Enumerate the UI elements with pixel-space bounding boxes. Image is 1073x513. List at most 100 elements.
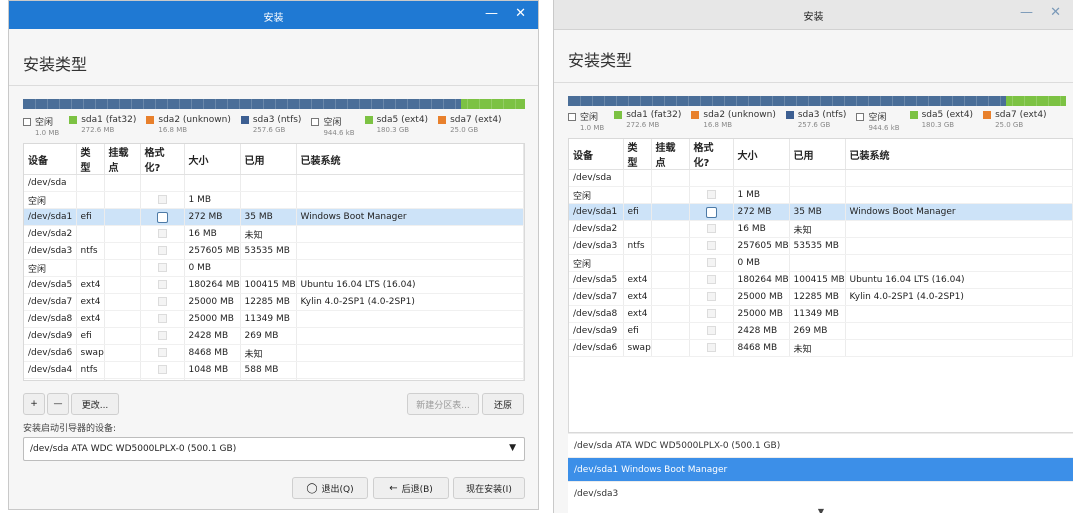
format-checkbox[interactable] (157, 365, 167, 374)
format-checkbox[interactable] (706, 326, 716, 335)
table-row[interactable]: 空闲 1 MB (569, 186, 1073, 204)
table-row[interactable]: 空闲 0 MB (569, 254, 1073, 272)
format-checkbox[interactable] (705, 206, 717, 218)
legend-item-header: sda7 (ext4) (438, 115, 502, 125)
table-cell-system (845, 220, 1073, 238)
table-row[interactable]: /dev/sda1 efi 272 MB 35 MB Windows Boot Mana… (569, 203, 1073, 221)
disk-bar-tick (736, 96, 737, 106)
table-row[interactable]: /dev/sda2 16 MB 未知 (24, 225, 524, 243)
table-row[interactable]: /dev/sda1 efi 272 MB 35 MB Windows Boot Mana… (24, 208, 524, 226)
format-checkbox[interactable] (157, 348, 167, 357)
format-checkbox[interactable] (706, 275, 716, 284)
table-row[interactable]: /dev/sda9 efi 2428 MB 269 MB (569, 322, 1073, 340)
table-row[interactable]: /dev/sda5 ext4 180264 MB 100415 MB Ubuntu 16… (24, 276, 524, 294)
legend-swatch (240, 116, 249, 124)
table-cell-type: efi (76, 208, 105, 226)
table-row[interactable]: /dev/sda3 ntfs 257605 MB 53535 MB (569, 237, 1073, 255)
bootloader-device-select[interactable]: /dev/sda ATA WDC WD5000LPLX-0 (500.1 GB)… (23, 437, 525, 461)
format-checkbox[interactable] (706, 190, 716, 199)
table-cell-system (296, 327, 524, 345)
format-checkbox[interactable] (706, 224, 716, 233)
table-row[interactable]: /dev/sda8 ext4 25000 MB 11349 MB (569, 305, 1073, 323)
quit-button-label: 退出(Q) (321, 484, 354, 495)
dropdown-option[interactable]: /dev/sda3 (568, 481, 1073, 505)
format-checkbox[interactable] (157, 331, 167, 340)
format-checkbox[interactable] (706, 292, 716, 301)
format-checkbox[interactable] (706, 258, 716, 267)
table-cell-device: /dev/sda4 (24, 361, 77, 379)
close-icon[interactable]: ✕ (1050, 6, 1061, 20)
table-cell-format (140, 327, 185, 345)
table-cell-format (140, 208, 185, 226)
table-row[interactable]: /dev/sda4 ntfs 1048 MB 588 MB (24, 361, 524, 379)
table-cell-used: 未知 (789, 220, 846, 238)
table-row[interactable]: /dev/sda7 ext4 25000 MB 12285 MB Kylin 4.0-2… (24, 293, 524, 311)
legend-item-header: sda2 (unknown) (691, 110, 776, 120)
close-icon[interactable]: ✕ (515, 7, 526, 21)
legend-swatch (856, 112, 865, 121)
format-checkbox[interactable] (706, 309, 716, 318)
format-checkbox[interactable] (706, 241, 716, 250)
legend-item: 空闲 944.6 kB (856, 110, 900, 132)
table-cell-mount (651, 254, 690, 272)
format-checkbox[interactable] (157, 297, 167, 306)
quit-button[interactable]: ◯ 退出(Q) (292, 477, 368, 499)
table-cell-device: /dev/sda1 (569, 203, 624, 221)
installer-window-right: 安装 — ✕ 安装类型 空闲 1.0 MB sda1 (fat32) 272.6 MB… (553, 0, 1073, 513)
table-cell-size: 8468 MB (733, 339, 790, 357)
format-checkbox[interactable] (157, 229, 167, 238)
table-cell-mount (104, 344, 141, 362)
disk-bar-tick (263, 99, 264, 109)
format-checkbox[interactable] (157, 246, 167, 255)
back-button-label: 后退(B) (401, 484, 433, 495)
bootloader-label: 安装启动引导器的设备: (23, 424, 117, 434)
format-checkbox[interactable] (157, 195, 167, 204)
add-partition-button[interactable]: + (23, 393, 45, 415)
table-cell-system (296, 310, 524, 328)
format-checkbox[interactable] (157, 263, 167, 272)
remove-partition-button[interactable]: — (47, 393, 69, 415)
dropdown-option[interactable]: /dev/sda ATA WDC WD5000LPLX-0 (500.1 GB) (568, 433, 1073, 457)
format-checkbox[interactable] (157, 280, 167, 289)
format-checkbox[interactable] (706, 343, 716, 352)
legend-item-size: 272.6 MB (626, 121, 660, 129)
disk-bar-tick (131, 99, 132, 109)
table-row[interactable]: /dev/sda9 efi 2428 MB 269 MB (24, 327, 524, 345)
back-button[interactable]: ← 后退(B) (373, 477, 449, 499)
table-row[interactable]: /dev/sda6 swap 8468 MB 未知 (569, 339, 1073, 357)
table-cell-mount (104, 191, 141, 209)
install-now-button[interactable]: 现在安装(I) (453, 477, 525, 499)
legend-item-name: sda5 (ext4) (376, 115, 429, 125)
dropdown-option[interactable]: /dev/sda1 Windows Boot Manager (568, 457, 1073, 481)
format-checkbox[interactable] (156, 211, 168, 223)
table-cell-format (689, 203, 734, 221)
minimize-icon[interactable]: — (485, 7, 498, 21)
disk-bar-tick (616, 96, 617, 106)
change-partition-button[interactable]: 更改... (71, 393, 119, 415)
table-cell-device: /dev/sda2 (24, 225, 77, 243)
table-cell-used: 100415 MB (240, 276, 297, 294)
table-row[interactable]: /dev/sda5 ext4 180264 MB 100415 MB Ubuntu 16… (569, 271, 1073, 289)
legend-item: sda7 (ext4) 25.0 GB (438, 115, 502, 134)
table-row[interactable]: /dev/sda (24, 174, 524, 192)
revert-button[interactable]: 还原 (482, 393, 524, 415)
new-partition-table-button[interactable]: 新建分区表... (407, 393, 479, 415)
table-row[interactable]: 空闲 0 MB (24, 259, 524, 277)
table-row[interactable]: 空闲 0 MB (24, 378, 524, 380)
table-row[interactable]: /dev/sda6 swap 8468 MB 未知 (24, 344, 524, 362)
table-row[interactable]: /dev/sda2 16 MB 未知 (569, 220, 1073, 238)
disk-bar-tick (868, 96, 869, 106)
table-row[interactable]: /dev/sda7 ext4 25000 MB 12285 MB Kylin 4.0-2… (569, 288, 1073, 306)
disk-bar-tick (580, 96, 581, 106)
minimize-icon[interactable]: — (1020, 6, 1033, 20)
format-checkbox[interactable] (157, 314, 167, 323)
scroll-down-icon[interactable]: ▼ (568, 505, 1073, 513)
table-cell-size: 25000 MB (733, 288, 790, 306)
disk-bar-tick (664, 96, 665, 106)
column-header: 类型 (623, 139, 652, 170)
table-row[interactable]: /dev/sda8 ext4 25000 MB 11349 MB (24, 310, 524, 328)
table-cell-used: 12285 MB (240, 293, 297, 311)
table-row[interactable]: 空闲 1 MB (24, 191, 524, 209)
table-row[interactable]: /dev/sda3 ntfs 257605 MB 53535 MB (24, 242, 524, 260)
table-row[interactable]: /dev/sda (569, 169, 1073, 187)
